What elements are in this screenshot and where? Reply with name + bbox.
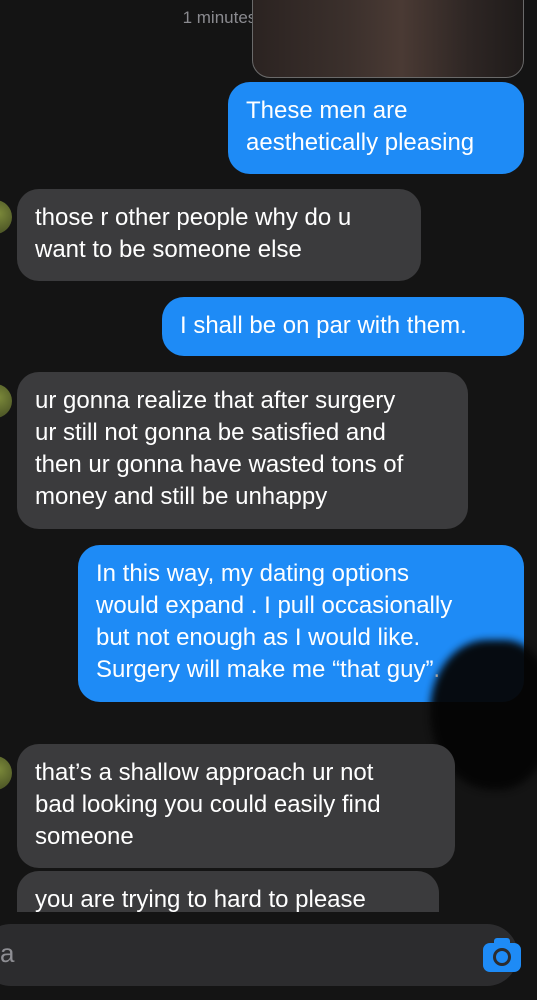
contact-avatar[interactable] xyxy=(0,756,12,790)
message-bubble-sent[interactable]: I shall be on par with them. xyxy=(162,297,524,356)
contact-avatar[interactable] xyxy=(0,200,12,234)
message-bubble-received[interactable]: that’s a shallow approach ur not bad loo… xyxy=(17,744,455,868)
message-bubble-sent[interactable]: These men are aesthetically pleasing xyxy=(228,82,524,174)
shared-photo[interactable] xyxy=(252,0,524,78)
message-bubble-received[interactable]: those r other people why do u want to be… xyxy=(17,189,421,281)
message-input-text: a xyxy=(0,938,15,968)
message-list[interactable]: 1 minutes ago These men are aestheticall… xyxy=(0,0,537,912)
camera-icon[interactable] xyxy=(481,934,523,976)
contact-avatar[interactable] xyxy=(0,384,12,418)
message-input[interactable]: a xyxy=(0,924,518,986)
message-bubble-received[interactable]: you are trying to hard to please xyxy=(17,871,439,912)
message-bubble-received[interactable]: ur gonna realize that after surgery ur s… xyxy=(17,372,468,529)
